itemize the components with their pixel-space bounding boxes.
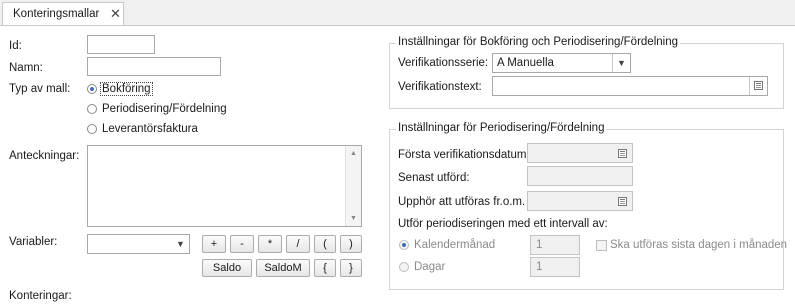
brace-open-button[interactable]: { xyxy=(314,259,336,277)
tab-konteringsmallar[interactable]: Konteringsmallar ✕ xyxy=(2,2,124,25)
calendar-icon[interactable] xyxy=(618,149,627,158)
radio-dagar[interactable] xyxy=(399,262,411,274)
chevron-down-icon[interactable]: ▼ xyxy=(172,235,189,253)
radio-circle xyxy=(87,84,97,94)
chevron-down-icon[interactable]: ▼ xyxy=(612,54,630,72)
stop-label: Upphör att utföras fr.o.m. xyxy=(398,196,526,208)
entries-label: Konteringar: xyxy=(9,290,72,302)
radio-circle xyxy=(399,240,409,250)
type-label: Typ av mall: xyxy=(9,83,71,95)
radio-leverantorsfaktura[interactable] xyxy=(87,124,99,136)
last-done-field xyxy=(527,166,633,186)
verification-text-field[interactable] xyxy=(492,76,768,96)
notes-scrollbar[interactable]: ▲ ▼ xyxy=(345,146,361,226)
saldom-button[interactable]: SaldoM xyxy=(256,259,310,277)
paren-open-button[interactable]: ( xyxy=(314,235,336,253)
paren-close-button[interactable]: ) xyxy=(340,235,362,253)
variables-dropdown[interactable]: ▼ xyxy=(87,234,190,254)
radio-bokforing-label[interactable]: Bokföring xyxy=(100,82,153,96)
day-interval-value: 1 xyxy=(536,261,543,273)
interval-label: Utför periodiseringen med ett intervall … xyxy=(398,218,608,230)
id-label: Id: xyxy=(9,40,22,52)
scroll-up-icon[interactable]: ▲ xyxy=(346,150,361,157)
multiply-button[interactable]: * xyxy=(258,235,282,253)
booking-settings-title: Inställningar för Bokföring och Periodis… xyxy=(396,36,680,48)
calendar-icon[interactable] xyxy=(618,197,627,206)
stop-date-field[interactable] xyxy=(527,191,633,211)
last-day-checkbox[interactable] xyxy=(596,240,607,251)
last-done-label: Senast utförd: xyxy=(398,172,470,184)
radio-leverantorsfaktura-label[interactable]: Leverantörsfaktura xyxy=(102,123,198,135)
plus-button[interactable]: + xyxy=(202,235,226,253)
radio-periodisering[interactable] xyxy=(87,104,99,116)
brace-close-button[interactable]: } xyxy=(340,259,362,277)
minus-button[interactable]: - xyxy=(230,235,254,253)
radio-periodisering-label[interactable]: Periodisering/Fördelning xyxy=(102,103,227,115)
variables-label: Variabler: xyxy=(9,236,58,248)
divide-button[interactable]: / xyxy=(286,235,310,253)
series-dropdown[interactable]: A Manuella ▼ xyxy=(492,53,631,73)
month-label: Kalendermånad xyxy=(414,239,496,251)
first-date-label: Första verifikationsdatum: xyxy=(398,149,530,161)
list-icon-glyph xyxy=(754,81,763,90)
series-label: Verifikationsserie: xyxy=(398,57,489,69)
notes-label: Anteckningar: xyxy=(9,150,80,162)
name-field[interactable] xyxy=(87,57,221,76)
scroll-down-icon[interactable]: ▼ xyxy=(346,215,361,222)
radio-circle xyxy=(399,262,409,272)
radio-kalendermanad[interactable] xyxy=(399,240,411,252)
notes-textarea[interactable]: ▲ ▼ xyxy=(87,145,362,227)
month-interval-value: 1 xyxy=(536,239,543,251)
saldo-button[interactable]: Saldo xyxy=(202,259,252,277)
last-day-label: Ska utföras sista dagen i månaden xyxy=(610,239,788,251)
tab-label: Konteringsmallar xyxy=(13,8,100,20)
list-icon[interactable] xyxy=(749,77,767,95)
close-icon[interactable]: ✕ xyxy=(110,6,121,22)
day-interval-field[interactable]: 1 xyxy=(530,257,580,277)
series-value: A Manuella xyxy=(497,57,554,69)
month-interval-field[interactable]: 1 xyxy=(530,235,580,255)
name-label: Namn: xyxy=(9,62,43,74)
radio-bokforing[interactable] xyxy=(87,84,99,96)
text-label: Verifikationstext: xyxy=(398,81,482,93)
day-label: Dagar xyxy=(414,261,446,273)
period-settings-title: Inställningar för Periodisering/Fördelni… xyxy=(396,122,607,134)
first-date-field[interactable] xyxy=(527,143,633,163)
id-field[interactable] xyxy=(87,35,155,54)
radio-circle xyxy=(87,124,97,134)
radio-circle xyxy=(87,104,97,114)
